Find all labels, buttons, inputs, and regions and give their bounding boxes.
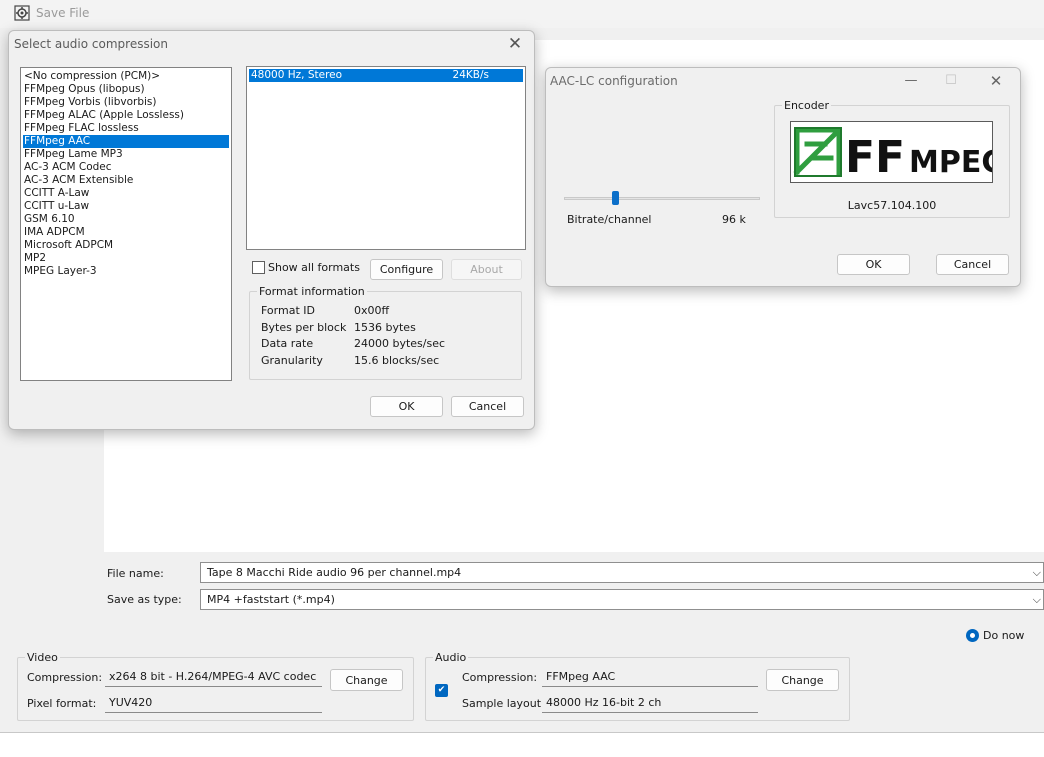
format-info-value: 24000 bytes/sec (354, 337, 446, 350)
video-change-button[interactable]: Change (330, 669, 403, 691)
codec-list-item[interactable]: GSM 6.10 (23, 213, 229, 226)
audio-compression-field: FFMpeg AAC (542, 668, 758, 687)
save-file-title: Save File (36, 6, 90, 20)
chevron-down-icon[interactable]: ⌵ (1033, 593, 1041, 607)
bitrate-label: Bitrate/channel (567, 213, 652, 226)
codec-list-item[interactable]: AC-3 ACM Codec (23, 161, 229, 174)
close-icon[interactable]: ✕ (504, 33, 526, 55)
audio-compression-title: Select audio compression (14, 37, 168, 51)
format-info-title: Format information (257, 285, 367, 298)
format-rate: 24KB/s (452, 69, 489, 81)
codec-list-item[interactable]: FFMpeg AAC (23, 135, 229, 148)
sample-layout-label: Sample layout: (462, 697, 545, 710)
checkbox-unchecked-icon[interactable] (252, 261, 265, 274)
format-list[interactable]: 48000 Hz, Stereo 24KB/s (246, 66, 526, 250)
file-name-combo[interactable]: Tape 8 Macchi Ride audio 96 per channel.… (200, 562, 1044, 583)
format-name: 48000 Hz, Stereo (251, 69, 343, 81)
audio-group-label: Audio (433, 651, 469, 664)
aac-config-title: AAC-LC configuration (550, 74, 678, 88)
codec-list-item[interactable]: FFMpeg ALAC (Apple Lossless) (23, 109, 229, 122)
file-name-label: File name: (107, 567, 164, 580)
sample-layout-field: 48000 Hz 16-bit 2 ch (542, 694, 758, 713)
format-list-item[interactable]: 48000 Hz, Stereo 24KB/s (249, 69, 523, 82)
audio-compression-label: Compression: (462, 671, 538, 684)
video-compression-field: x264 8 bit - H.264/MPEG-4 AVC codec (105, 668, 322, 687)
do-now-label: Do now (983, 629, 1025, 642)
bitrate-slider-thumb[interactable] (611, 191, 619, 205)
video-group: Video Compression: x264 8 bit - H.264/MP… (17, 651, 414, 721)
save-type-label: Save as type: (107, 593, 182, 606)
aac-config-dialog: AAC-LC configuration — ☐ ✕ Bitrate/chann… (545, 67, 1021, 287)
codec-list-item[interactable]: CCITT A-Law (23, 187, 229, 200)
aac-cancel-button[interactable]: Cancel (936, 254, 1009, 275)
do-now-radio[interactable]: Do now (966, 629, 1024, 642)
codec-list-item[interactable]: MP2 (23, 252, 229, 265)
close-icon[interactable]: ✕ (984, 70, 1008, 92)
file-name-value: Tape 8 Macchi Ride audio 96 per channel.… (207, 566, 462, 579)
radio-selected-icon[interactable] (966, 629, 979, 642)
codec-list-item[interactable]: AC-3 ACM Extensible (23, 174, 229, 187)
about-button[interactable]: About (451, 259, 522, 280)
format-info-value: 15.6 blocks/sec (354, 353, 440, 367)
logo-text-small: MPEG (909, 145, 992, 180)
video-compression-label: Compression: (27, 671, 103, 684)
ffmpeg-logo: FF MPEG (790, 121, 1006, 183)
codec-list-item[interactable]: Microsoft ADPCM (23, 239, 229, 252)
audio-change-button[interactable]: Change (766, 669, 839, 691)
format-info-key: Granularity (261, 353, 323, 367)
format-info-value: 1536 bytes (354, 320, 416, 334)
codec-list-item[interactable]: FFMpeg Opus (libopus) (23, 83, 229, 96)
app-gear-icon (14, 5, 30, 21)
format-info-group: Format information Format ID 0x00ff Bytes … (249, 285, 522, 380)
video-group-label: Video (25, 651, 60, 664)
bitrate-value: 96 k (722, 213, 746, 226)
codec-list-item[interactable]: MPEG Layer-3 (23, 265, 229, 278)
cancel-button[interactable]: Cancel (451, 396, 524, 417)
encoder-version: Lavc57.104.100 (847, 199, 937, 212)
bitrate-slider-track[interactable] (564, 197, 760, 200)
ok-button[interactable]: OK (370, 396, 443, 417)
encoder-group: Encoder FF MPEG Lavc57.104.100 (774, 99, 1010, 218)
logo-text-big: FF (845, 132, 905, 182)
show-all-formats-label: Show all formats (268, 261, 360, 274)
audio-enabled-checkbox[interactable]: ✔ (435, 684, 448, 697)
codec-list-item[interactable]: IMA ADPCM (23, 226, 229, 239)
pixel-format-field: YUV420 (105, 694, 322, 713)
codec-list-item[interactable]: CCITT u-Law (23, 200, 229, 213)
codec-list-item[interactable]: FFMpeg Lame MP3 (23, 148, 229, 161)
show-all-formats-checkbox[interactable]: Show all formats (252, 261, 360, 274)
maximize-icon: ☐ (945, 73, 957, 88)
chevron-down-icon[interactable]: ⌵ (1033, 566, 1041, 580)
aac-ok-button[interactable]: OK (837, 254, 910, 275)
codec-list-item[interactable]: FFMpeg Vorbis (libvorbis) (23, 96, 229, 109)
ffmpeg-logo-icon: FF MPEG (793, 127, 1006, 183)
format-info-key: Data rate (261, 337, 314, 350)
codec-list-item[interactable]: <No compression (PCM)> (23, 70, 229, 83)
save-file-titlebar: Save File (0, 0, 1044, 28)
format-info-key: Bytes per block (261, 320, 347, 334)
save-type-combo[interactable]: MP4 +faststart (*.mp4) ⌵ (200, 589, 1044, 610)
encoder-group-label: Encoder (782, 99, 831, 112)
audio-group: Audio ✔ Compression: FFMpeg AAC Change S… (425, 651, 850, 721)
format-info-value: 0x00ff (354, 304, 390, 317)
configure-button[interactable]: Configure (370, 259, 443, 280)
minimize-icon[interactable]: — (899, 70, 923, 92)
codec-list[interactable]: <No compression (PCM)> FFMpeg Opus (libop… (20, 67, 232, 381)
audio-compression-dialog: Select audio compression ✕ <No compressi… (8, 30, 535, 430)
pixel-format-label: Pixel format: (27, 697, 97, 710)
save-type-value: MP4 +faststart (*.mp4) (207, 593, 335, 606)
codec-list-item[interactable]: FFMpeg FLAC lossless (23, 122, 229, 135)
format-info-key: Format ID (261, 304, 315, 317)
